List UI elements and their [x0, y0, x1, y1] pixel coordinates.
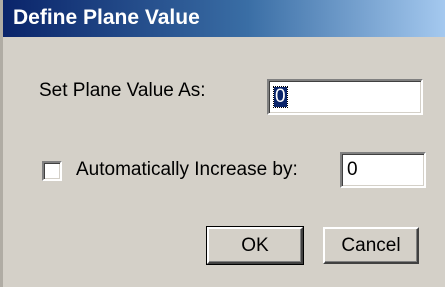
- dialog-title: Define Plane Value: [13, 6, 200, 29]
- plane-value-input[interactable]: 0: [267, 79, 423, 115]
- define-plane-value-dialog: Define Plane Value Set Plane Value As: 0…: [0, 0, 445, 287]
- title-bar[interactable]: Define Plane Value: [3, 0, 445, 37]
- cancel-button[interactable]: Cancel: [323, 227, 419, 264]
- auto-increase-checkbox[interactable]: [42, 161, 62, 181]
- auto-increase-input[interactable]: 0: [340, 152, 426, 188]
- plane-value-label: Set Plane Value As:: [39, 80, 206, 101]
- auto-increase-label[interactable]: Automatically Increase by:: [76, 159, 298, 181]
- plane-value-text: 0: [273, 85, 288, 108]
- ok-button[interactable]: OK: [206, 226, 304, 265]
- auto-increase-value: 0: [347, 158, 358, 180]
